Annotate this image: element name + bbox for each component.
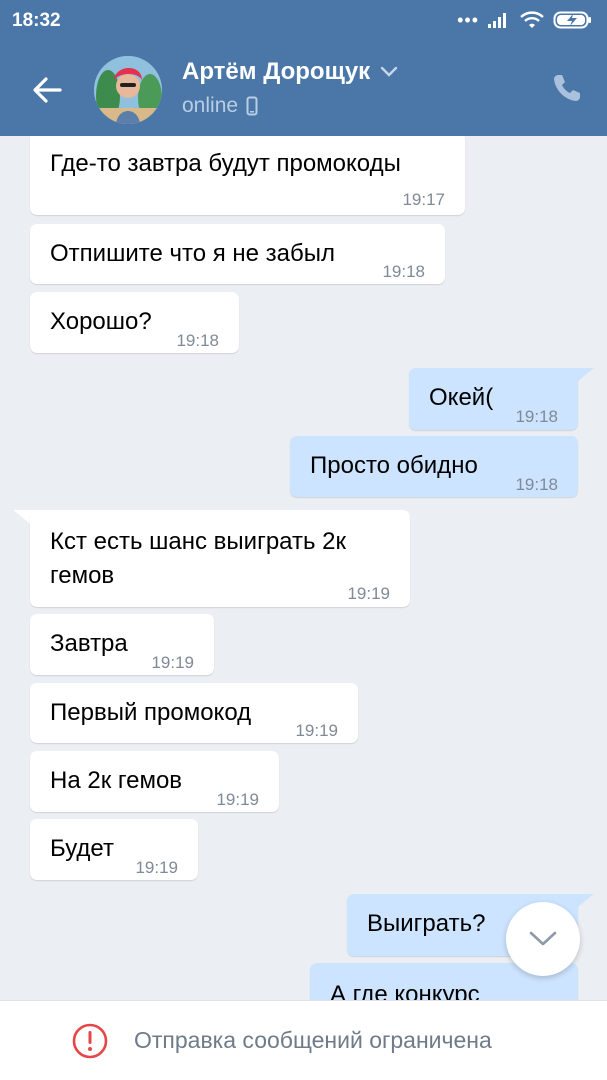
message-time: 19:18 — [382, 262, 425, 281]
message-incoming[interactable]: Завтра 19:19 — [30, 614, 214, 675]
call-button[interactable] — [551, 72, 583, 104]
message-outgoing[interactable]: Окей( 19:18 — [409, 368, 578, 430]
message-incoming[interactable]: Хорошо? 19:18 — [30, 292, 239, 353]
message-text: На 2к гемов — [50, 767, 183, 794]
message-text: Хорошо? — [50, 308, 152, 335]
message-time: 19:19 — [151, 653, 194, 672]
message-text: А где конкурс — [330, 981, 480, 1000]
message-time: 19:19 — [135, 858, 178, 877]
contact-name-text: Артём Дорощук — [182, 58, 371, 85]
message-text: Будет — [50, 835, 114, 862]
arrow-left-icon — [33, 77, 62, 103]
message-time: 19:18 — [176, 331, 219, 350]
message-incoming[interactable]: Отпишите что я не забыл 19:18 — [30, 224, 445, 284]
contact-status: online — [182, 94, 258, 118]
message-text: Выиграть? — [367, 910, 486, 937]
back-button[interactable] — [26, 68, 70, 112]
message-text: Первый промокод — [50, 699, 252, 726]
restriction-notice: Отправка сообщений ограничена — [134, 1027, 492, 1053]
message-incoming[interactable]: Первый промокод 19:19 — [30, 683, 358, 743]
message-time: 19:19 — [347, 584, 390, 603]
status-bar: 18:32 ••• — [0, 0, 607, 44]
message-text: Где-то завтра будут промокоды — [50, 150, 401, 177]
status-time: 18:32 — [12, 10, 61, 31]
avatar[interactable] — [94, 56, 162, 124]
message-text: Отпишите что я не забыл — [50, 240, 335, 267]
signal-icon — [488, 13, 506, 28]
contact-name[interactable]: Артём Дорощук — [182, 58, 398, 86]
message-time: 19:17 — [402, 190, 445, 209]
notification-dots-icon: ••• — [457, 10, 479, 30]
message-incoming[interactable]: Кст есть шанс выиграть 2к гемов 19:19 — [30, 510, 410, 607]
chevron-down-icon — [529, 931, 557, 946]
message-text: Завтра — [50, 630, 128, 657]
avatar-photo-icon — [94, 56, 162, 124]
message-incoming[interactable]: На 2к гемов 19:19 — [30, 751, 279, 812]
chat-header: Артём Дорощук online — [0, 44, 607, 136]
message-incoming[interactable]: Будет 19:19 — [30, 819, 198, 880]
message-time: 19:19 — [295, 721, 338, 740]
messages-list[interactable]: Где-то завтра будут промокоды 19:17 Отпи… — [0, 136, 607, 1000]
mobile-phone-icon — [246, 96, 258, 116]
message-time: 19:18 — [515, 407, 558, 426]
battery-charging-icon — [553, 11, 591, 29]
message-time: 19:19 — [216, 790, 259, 809]
message-text: Просто обидно — [310, 452, 478, 479]
message-text: Окей( — [429, 384, 494, 411]
scroll-to-bottom-button[interactable] — [506, 902, 580, 976]
warning-circle-icon — [72, 1023, 108, 1059]
message-time: 19:18 — [515, 475, 558, 494]
message-outgoing[interactable]: Просто обидно 19:18 — [290, 436, 578, 497]
message-text: гемов — [50, 562, 115, 589]
chevron-down-icon — [380, 66, 398, 77]
status-icons: ••• — [457, 10, 593, 30]
messaging-restricted-bar: Отправка сообщений ограничена — [0, 1000, 607, 1080]
wifi-icon — [520, 11, 544, 28]
message-text: Кст есть шанс выиграть 2к — [50, 528, 347, 555]
online-status-text: online — [182, 94, 239, 117]
phone-icon — [554, 75, 580, 101]
message-incoming[interactable]: Где-то завтра будут промокоды 19:17 — [30, 136, 465, 215]
